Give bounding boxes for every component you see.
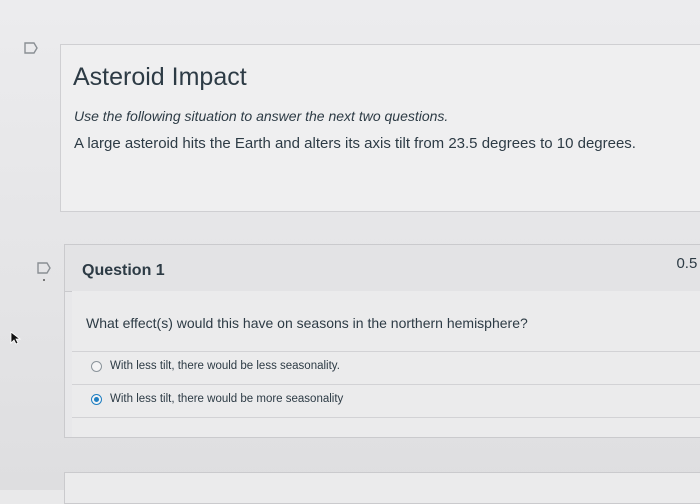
question-points: 0.5 pt <box>676 255 700 272</box>
quiz-page: Asteroid Impact Use the following situat… <box>0 0 700 504</box>
answer-label[interactable]: With less tilt, there would be more seas… <box>110 393 343 405</box>
question-body: What effect(s) would this have on season… <box>72 291 700 437</box>
answer-label[interactable]: With less tilt, there would be less seas… <box>110 360 340 372</box>
answer-option[interactable]: With less tilt, there would be less seas… <box>72 352 700 385</box>
question-title: Question 1 <box>82 262 165 279</box>
intro-instruction: Use the following situation to answer th… <box>74 108 449 124</box>
intro-title: Asteroid Impact <box>73 63 247 91</box>
answer-list: With less tilt, there would be less seas… <box>72 351 700 418</box>
mouse-pointer-icon <box>10 331 22 345</box>
radio-button-selected[interactable] <box>91 394 102 405</box>
next-question-card <box>64 472 700 504</box>
flag-question-icon[interactable] <box>37 262 51 274</box>
answer-option[interactable]: With less tilt, there would be more seas… <box>72 385 700 418</box>
question-header: Question 1 0.5 pt <box>65 245 700 292</box>
question-card: Question 1 0.5 pt What effect(s) would t… <box>64 244 700 438</box>
intro-text: A large asteroid hits the Earth and alte… <box>74 135 636 152</box>
question-prompt: What effect(s) would this have on season… <box>86 315 528 331</box>
radio-button[interactable] <box>91 361 102 372</box>
divider-dot <box>43 279 45 281</box>
intro-card: Asteroid Impact Use the following situat… <box>60 44 700 212</box>
flag-question-icon[interactable] <box>24 42 38 54</box>
